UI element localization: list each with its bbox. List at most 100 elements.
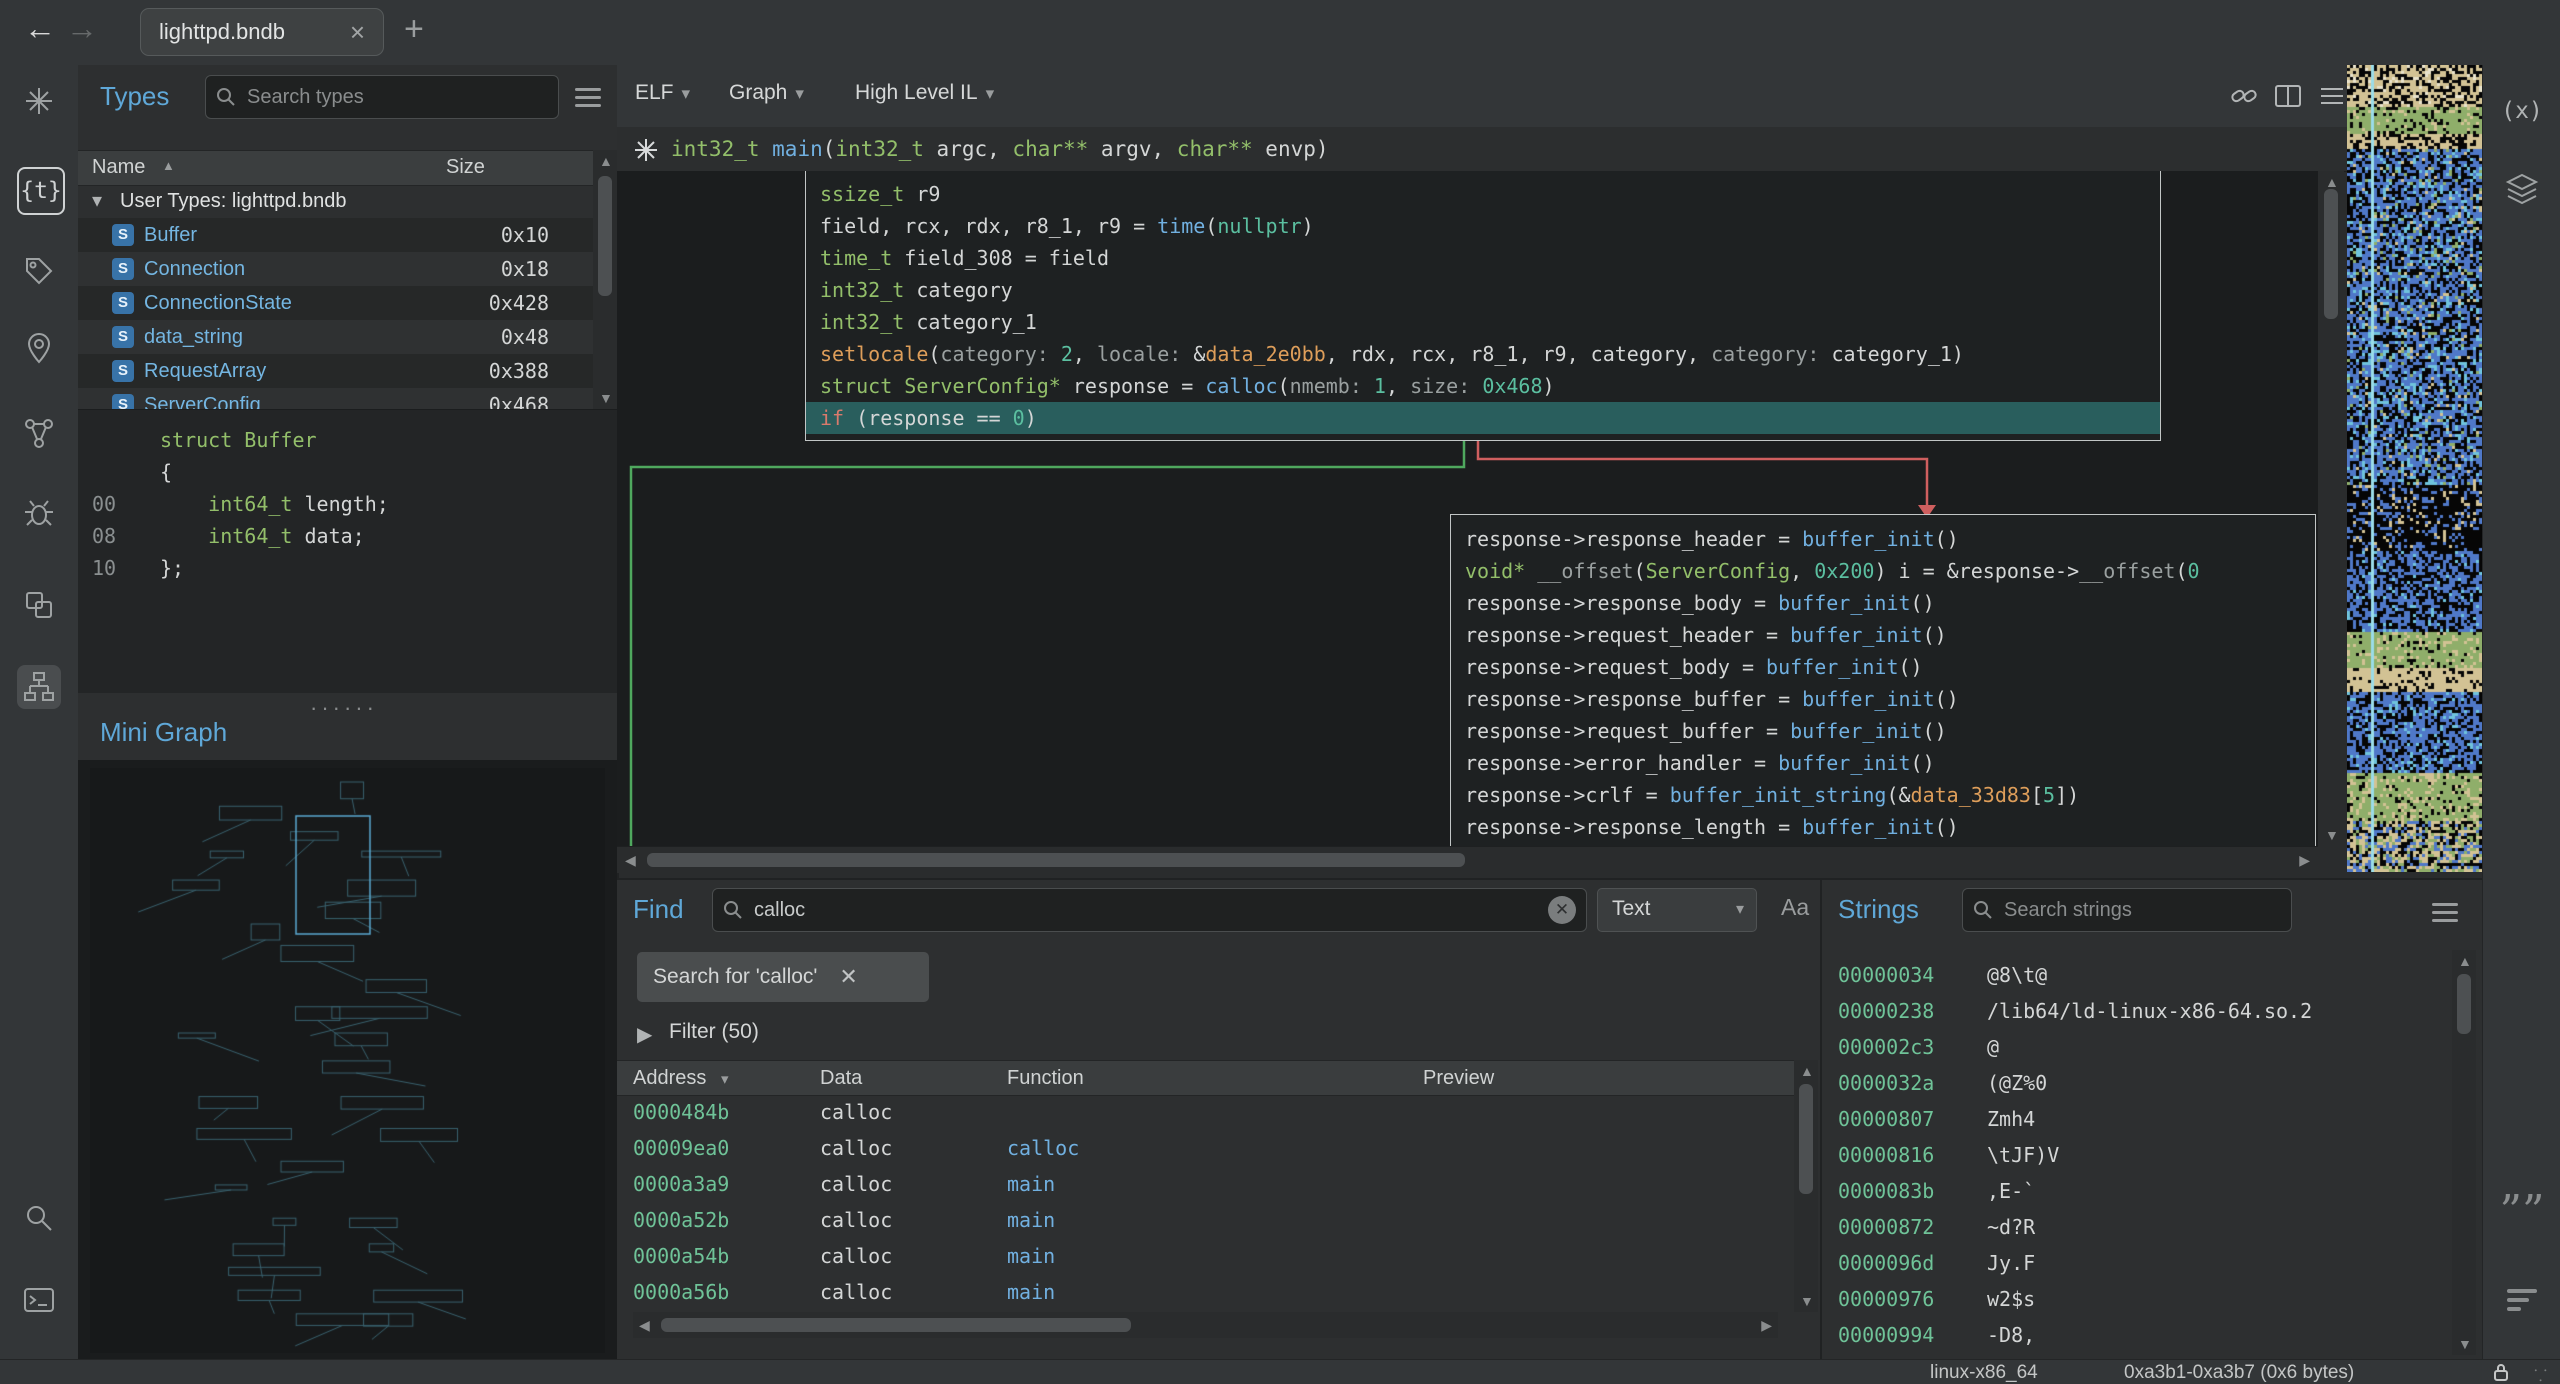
forward-icon[interactable]: → xyxy=(66,10,98,47)
string-row[interactable]: 0000083b ,E-` xyxy=(1822,1173,2452,1209)
log-panel-icon[interactable] xyxy=(2500,1278,2544,1322)
hlil-line[interactable]: struct ServerConfig* response = calloc(n… xyxy=(806,370,2160,402)
hlil-line[interactable]: response->response_length = buffer_init(… xyxy=(1451,811,2315,843)
view-menu-icon[interactable] xyxy=(2315,79,2349,113)
types-table-header[interactable]: Name ▲ Size xyxy=(78,150,617,186)
strings-vscrollbar[interactable]: ▲ ▼ xyxy=(2452,950,2476,1355)
types-search-input[interactable] xyxy=(205,75,559,119)
types-panel-icon[interactable]: {t} xyxy=(17,167,65,215)
hlil-line[interactable]: response->request_body = buffer_init() xyxy=(1451,651,2315,683)
split-view-icon[interactable] xyxy=(2271,79,2305,113)
back-icon[interactable]: ← xyxy=(24,10,56,47)
scrollbar-thumb[interactable] xyxy=(2457,974,2471,1034)
panel-splitter-handle[interactable]: ······ xyxy=(310,695,378,721)
tags-icon[interactable] xyxy=(17,249,61,293)
scroll-down-icon[interactable]: ▼ xyxy=(2458,1337,2472,1351)
new-tab-button[interactable]: + xyxy=(404,10,424,49)
scroll-left-icon[interactable]: ◀ xyxy=(625,853,636,867)
scrollbar-thumb[interactable] xyxy=(2324,189,2338,319)
string-row[interactable]: 00000034 @8\t@ xyxy=(1822,957,2452,993)
clear-search-icon[interactable]: ✕ xyxy=(1548,896,1576,924)
case-sensitive-toggle[interactable]: Aa xyxy=(1781,894,1809,921)
scroll-right-icon[interactable]: ▶ xyxy=(1761,1318,1772,1332)
scrollbar-thumb[interactable] xyxy=(647,853,1465,867)
struct-definition-view[interactable]: struct Buffer{00 int64_t length; 08 int64… xyxy=(78,409,617,693)
group-caret-icon[interactable]: ▾ xyxy=(92,184,102,218)
scrollbar-thumb[interactable] xyxy=(598,176,612,296)
scroll-right-icon[interactable]: ▶ xyxy=(2299,853,2310,867)
string-row[interactable]: 00000238/lib64/ld-linux-x86-64.so.2 xyxy=(1822,993,2452,1029)
console-icon[interactable] xyxy=(17,1278,61,1322)
chip-close-icon[interactable]: ✕ xyxy=(839,964,857,990)
hlil-line[interactable]: response->crlf = buffer_init_string(&dat… xyxy=(1451,779,2315,811)
string-row[interactable]: 00000872 ~d?R xyxy=(1822,1209,2452,1245)
type-row[interactable]: S ServerConfig 0x468 xyxy=(78,388,593,409)
find-result-row[interactable]: 0000a56bcallocmainint64_t rax_25 = callo… xyxy=(617,1274,1794,1308)
function-signature[interactable]: int32_t main(int32_t argc, char** argv, … xyxy=(671,127,1329,171)
search-history-chip[interactable]: Search for 'calloc' ✕ xyxy=(637,952,929,1002)
graph-hscrollbar[interactable]: ◀ ▶ xyxy=(617,846,2318,873)
mini-graph-icon[interactable] xyxy=(17,665,61,709)
string-row[interactable]: 000002c3 @ xyxy=(1822,1029,2452,1065)
types-search-field[interactable] xyxy=(245,84,548,110)
string-row[interactable]: 00000807 Zmh4 xyxy=(1822,1101,2452,1137)
hlil-line[interactable]: response->error_handler = buffer_init() xyxy=(1451,747,2315,779)
view-type-dropdown[interactable]: ELF ▾ xyxy=(635,81,690,105)
type-row[interactable]: S ConnectionState 0x428 xyxy=(78,286,593,320)
string-row[interactable]: 00000976 w2$s xyxy=(1822,1281,2452,1317)
types-menu-icon[interactable] xyxy=(575,83,601,112)
feature-map[interactable] xyxy=(2347,65,2482,872)
string-row[interactable]: 00000816 \tJF)V xyxy=(1822,1137,2452,1173)
hlil-line[interactable]: void* __offset(ServerConfig, 0x200) i = … xyxy=(1451,555,2315,587)
scroll-down-icon[interactable]: ▼ xyxy=(2325,828,2339,842)
tab-close-icon[interactable]: × xyxy=(350,17,365,48)
scroll-up-icon[interactable]: ▲ xyxy=(599,154,613,168)
column-function[interactable]: Function xyxy=(1007,1061,1084,1095)
basic-block-entry[interactable]: ssize_t r9 field, rcx, rdx, r8_1, r9 = ti… xyxy=(805,171,2161,441)
find-hscrollbar[interactable]: ◀ ▶ xyxy=(633,1312,1778,1338)
hlil-line[interactable]: response->request_header = buffer_init() xyxy=(1451,619,2315,651)
search-icon[interactable] xyxy=(17,1196,61,1240)
tab-lighttpd[interactable]: lighttpd.bndb × xyxy=(140,8,384,56)
scroll-left-icon[interactable]: ◀ xyxy=(639,1318,650,1332)
debugger-icon[interactable] xyxy=(17,491,61,535)
link-views-icon[interactable] xyxy=(2227,79,2261,113)
resize-grip[interactable]: ⸪ xyxy=(2534,1364,2549,1384)
basic-block-init[interactable]: response->response_header = buffer_init(… xyxy=(1450,514,2316,846)
types-group-row[interactable]: ▾ User Types: lighttpd.bndb xyxy=(78,184,593,218)
hlil-line[interactable]: response->response_buffer = buffer_init(… xyxy=(1451,683,2315,715)
hlil-line[interactable]: response->request_buffer = buffer_init() xyxy=(1451,715,2315,747)
hlil-line[interactable]: if (response == 0) xyxy=(806,402,2160,434)
string-row[interactable]: 0000096d Jy.F xyxy=(1822,1245,2452,1281)
strings-search-input[interactable] xyxy=(1962,888,2292,932)
hlil-line[interactable]: field, rcx, rdx, r8_1, r9 = time(nullptr… xyxy=(806,210,2160,242)
hlil-line[interactable]: ssize_t r9 xyxy=(806,178,2160,210)
hlil-line[interactable]: int32_t category_1 xyxy=(806,306,2160,338)
find-result-row[interactable]: 0000a52bcallocmainstruct Connection* rax… xyxy=(617,1202,1794,1238)
find-result-row[interactable]: 00009ea0calloccallocint64_t calloc(size_… xyxy=(617,1130,1794,1166)
memory-map-icon[interactable] xyxy=(17,327,61,371)
hlil-line[interactable]: time_t field_308 = field xyxy=(806,242,2160,274)
type-row[interactable]: S Buffer 0x10 xyxy=(78,218,593,252)
scroll-down-icon[interactable]: ▼ xyxy=(1800,1294,1814,1308)
hlil-graph-view[interactable]: ssize_t r9 field, rcx, rdx, r8_1, r9 = ti… xyxy=(617,171,2318,846)
strings-menu-icon[interactable] xyxy=(2432,898,2458,927)
function-header[interactable]: int32_t main(int32_t argc, char** argv, … xyxy=(617,127,2347,172)
il-level-dropdown[interactable]: High Level IL ▾ xyxy=(855,81,994,105)
variables-panel-icon[interactable]: (x) xyxy=(2500,89,2544,133)
filter-label[interactable]: Filter (50) xyxy=(669,1020,759,1044)
type-row[interactable]: S RequestArray 0x388 xyxy=(78,354,593,388)
hlil-line[interactable]: int32_t category xyxy=(806,274,2160,306)
find-result-row[interactable]: 0000484bcallocchar data_484b[0x7] = "cal xyxy=(617,1094,1794,1130)
find-mode-dropdown[interactable]: Text ▾ xyxy=(1597,888,1757,932)
find-vscrollbar[interactable]: ▲ ▼ xyxy=(1794,1060,1818,1312)
compare-views-icon[interactable] xyxy=(17,583,61,627)
scroll-up-icon[interactable]: ▲ xyxy=(2325,175,2339,189)
scroll-down-icon[interactable]: ▼ xyxy=(599,391,613,405)
scrollbar-thumb[interactable] xyxy=(1799,1084,1813,1194)
scroll-up-icon[interactable]: ▲ xyxy=(1800,1064,1814,1078)
find-result-row[interactable]: 0000a54bcallocmainstruct Connection* rax… xyxy=(617,1238,1794,1274)
find-table-header[interactable]: Address ▾ Data Function Preview xyxy=(617,1060,1794,1096)
string-row[interactable]: 00000994 -D8, xyxy=(1822,1317,2452,1353)
column-size[interactable]: Size xyxy=(446,156,485,179)
